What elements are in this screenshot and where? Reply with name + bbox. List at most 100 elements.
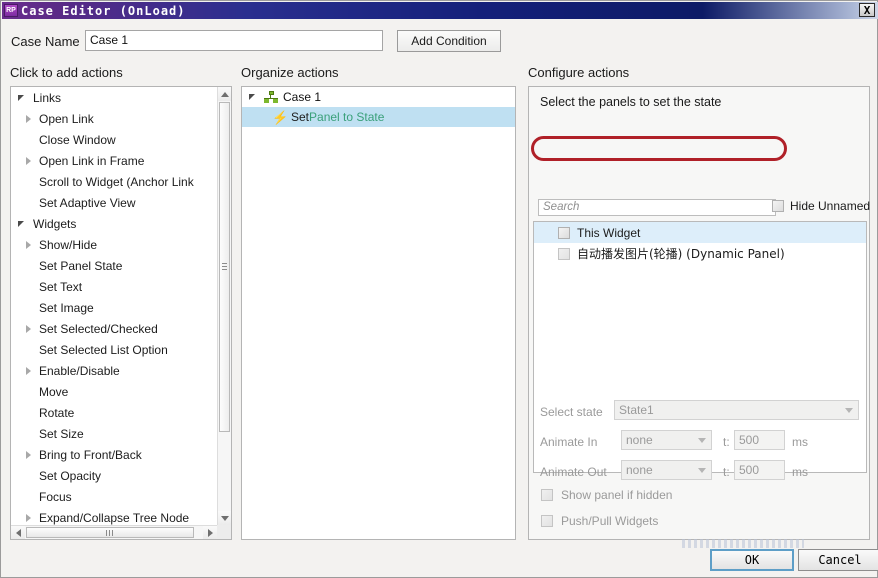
scroll-right-icon[interactable] bbox=[203, 526, 217, 539]
vertical-scroll-thumb[interactable] bbox=[219, 102, 230, 432]
push-pull-widgets-checkbox[interactable] bbox=[541, 515, 553, 527]
animate-out-dropdown[interactable]: none bbox=[621, 460, 712, 480]
action-tree-item[interactable]: Open Link bbox=[11, 108, 217, 129]
action-tree-item-label: Set Text bbox=[39, 280, 82, 294]
action-tree-item-label: Expand/Collapse Tree Node bbox=[39, 511, 189, 525]
tree-spacer-icon bbox=[23, 281, 35, 293]
action-tree-item[interactable]: Focus bbox=[11, 486, 217, 507]
action-tree-item[interactable]: Enable/Disable bbox=[11, 360, 217, 381]
action-tree-item[interactable]: Set Text bbox=[11, 276, 217, 297]
animate-in-dropdown[interactable]: none bbox=[621, 430, 712, 450]
cancel-button[interactable]: Cancel bbox=[798, 549, 878, 571]
tree-spacer-icon bbox=[23, 470, 35, 482]
horizontal-scroll-thumb[interactable] bbox=[26, 527, 194, 538]
actions-tree-panel: Links Open Link Close Window Open Link in F… bbox=[10, 86, 232, 540]
action-tree-item-label: Rotate bbox=[39, 406, 74, 420]
animate-out-time-input[interactable]: 500 bbox=[734, 460, 785, 480]
tree-spacer-icon bbox=[23, 428, 35, 440]
title-bar: RP Case Editor (OnLoad) X bbox=[2, 2, 878, 19]
tree-spacer-icon bbox=[23, 344, 35, 356]
action-tree-item-label: Show/Hide bbox=[39, 238, 97, 252]
click-to-add-actions-heading: Click to add actions bbox=[10, 65, 123, 80]
action-label-target: Panel to State bbox=[309, 110, 384, 124]
action-tree-item[interactable]: Expand/Collapse Tree Node bbox=[11, 507, 217, 525]
scroll-down-icon[interactable] bbox=[218, 511, 231, 525]
action-tree-item[interactable]: Scroll to Widget (Anchor Link bbox=[11, 171, 217, 192]
actions-tree[interactable]: Links Open Link Close Window Open Link in F… bbox=[11, 87, 217, 525]
animate-in-unit: ms bbox=[792, 435, 808, 449]
panel-list-item[interactable]: This Widget bbox=[534, 222, 866, 243]
chevron-right-icon[interactable] bbox=[23, 365, 35, 377]
tree-spacer-icon bbox=[23, 491, 35, 503]
animate-in-time-input[interactable]: 500 bbox=[734, 430, 785, 450]
animate-out-unit: ms bbox=[792, 465, 808, 479]
hide-unnamed-checkbox[interactable] bbox=[772, 200, 784, 212]
chevron-right-icon[interactable] bbox=[23, 449, 35, 461]
case-tree-node[interactable]: Case 1 bbox=[242, 87, 515, 107]
push-pull-widgets-checkbox-group[interactable]: Push/Pull Widgets bbox=[541, 514, 658, 528]
chevron-right-icon[interactable] bbox=[23, 512, 35, 524]
select-state-value: State1 bbox=[619, 403, 654, 417]
action-tree-item[interactable]: Close Window bbox=[11, 129, 217, 150]
ok-button[interactable]: OK bbox=[710, 549, 794, 571]
chevron-right-icon[interactable] bbox=[23, 239, 35, 251]
panel-item-checkbox[interactable] bbox=[558, 227, 570, 239]
scroll-up-icon[interactable] bbox=[218, 87, 231, 101]
animate-in-label: Animate In bbox=[540, 435, 597, 449]
organize-actions-panel: Case 1 ⚡ Set Panel to State bbox=[241, 86, 516, 540]
actions-tree-vertical-scrollbar[interactable] bbox=[217, 87, 231, 525]
panel-list-item[interactable]: 自动播发图片(轮播) (Dynamic Panel) bbox=[534, 243, 866, 264]
add-condition-button[interactable]: Add Condition bbox=[397, 30, 501, 52]
action-tree-item[interactable]: Set Selected List Option bbox=[11, 339, 217, 360]
action-tree-item[interactable]: Set Size bbox=[11, 423, 217, 444]
chevron-down-icon[interactable] bbox=[248, 91, 260, 103]
action-row-set-panel-to-state[interactable]: ⚡ Set Panel to State bbox=[242, 107, 515, 127]
chevron-down-icon[interactable] bbox=[17, 92, 29, 104]
close-icon[interactable]: X bbox=[859, 3, 875, 17]
case-name-input[interactable]: Case 1 bbox=[85, 30, 383, 51]
show-panel-if-hidden-checkbox-group[interactable]: Show panel if hidden bbox=[541, 488, 672, 502]
action-tree-item[interactable]: Open Link in Frame bbox=[11, 150, 217, 171]
chevron-right-icon[interactable] bbox=[23, 155, 35, 167]
panel-item-label: This Widget bbox=[577, 226, 640, 240]
lightning-bolt-icon: ⚡ bbox=[272, 111, 286, 124]
animate-out-label: Animate Out bbox=[540, 465, 607, 479]
action-tree-item-label: Set Opacity bbox=[39, 469, 101, 483]
chevron-down-icon bbox=[698, 468, 706, 473]
tree-spacer-icon bbox=[23, 134, 35, 146]
action-tree-item[interactable]: Set Panel State bbox=[11, 255, 217, 276]
actions-tree-horizontal-scrollbar[interactable] bbox=[11, 525, 231, 539]
configure-actions-panel: Select the panels to set the state Searc… bbox=[528, 86, 870, 540]
action-tree-item[interactable]: Rotate bbox=[11, 402, 217, 423]
chevron-right-icon[interactable] bbox=[23, 323, 35, 335]
action-tree-item[interactable]: Bring to Front/Back bbox=[11, 444, 217, 465]
action-tree-item[interactable]: Set Adaptive View bbox=[11, 192, 217, 213]
action-tree-item[interactable]: Move bbox=[11, 381, 217, 402]
select-state-dropdown[interactable]: State1 bbox=[614, 400, 859, 420]
chevron-down-icon[interactable] bbox=[17, 218, 29, 230]
action-tree-item-label: Set Size bbox=[39, 427, 84, 441]
action-tree-item[interactable]: Set Selected/Checked bbox=[11, 318, 217, 339]
action-tree-item[interactable]: Widgets bbox=[11, 213, 217, 234]
hide-unnamed-checkbox-group[interactable]: Hide Unnamed bbox=[772, 199, 870, 213]
show-panel-if-hidden-checkbox[interactable] bbox=[541, 489, 553, 501]
hide-unnamed-label: Hide Unnamed bbox=[790, 199, 870, 213]
action-tree-item[interactable]: Show/Hide bbox=[11, 234, 217, 255]
panel-search-input[interactable]: Search bbox=[538, 199, 776, 216]
scroll-left-icon[interactable] bbox=[11, 526, 25, 539]
action-tree-item-label: Set Image bbox=[39, 301, 94, 315]
chevron-down-icon bbox=[845, 408, 853, 413]
action-tree-item-label: Bring to Front/Back bbox=[39, 448, 142, 462]
action-tree-item[interactable]: Set Opacity bbox=[11, 465, 217, 486]
panel-item-checkbox[interactable] bbox=[558, 248, 570, 260]
tree-spacer-icon bbox=[23, 260, 35, 272]
action-tree-item-label: Set Selected/Checked bbox=[39, 322, 158, 336]
animate-out-value: none bbox=[626, 463, 653, 477]
action-tree-item-label: Focus bbox=[39, 490, 72, 504]
action-tree-item[interactable]: Set Image bbox=[11, 297, 217, 318]
action-tree-item[interactable]: Links bbox=[11, 87, 217, 108]
action-tree-item-label: Close Window bbox=[39, 133, 116, 147]
tree-spacer-icon bbox=[23, 302, 35, 314]
action-tree-item-label: Links bbox=[33, 91, 61, 105]
chevron-right-icon[interactable] bbox=[23, 113, 35, 125]
